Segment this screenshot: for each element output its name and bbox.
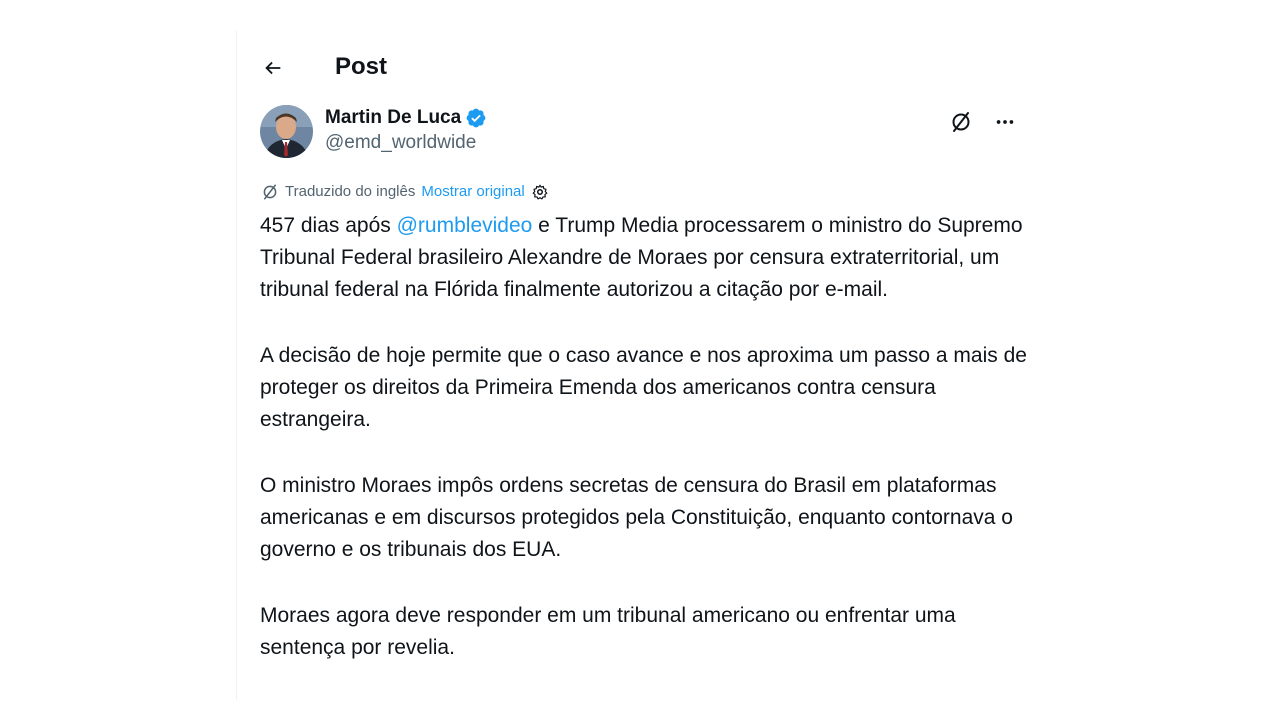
post-paragraph-1: 457 dias após @rumblevideo e Trump Media… [260,210,1030,306]
gear-icon [532,184,548,200]
author-name-line[interactable]: Martin De Luca [325,106,487,130]
verified-badge-icon [466,108,486,128]
author-row: Martin De Luca @emd_worldwide [237,102,1037,166]
more-button[interactable] [989,106,1021,138]
arrow-left-icon [265,61,281,75]
post-column: Post Martin De Luca @emd_worldwide Tradu… [236,30,1037,700]
post-text-segment: 457 dias após [260,214,397,237]
more-icon [996,120,1014,124]
translation-label: Traduzido do inglês [285,183,416,200]
post-header: Post [237,30,1037,102]
show-original-link[interactable]: Mostrar original [421,182,524,202]
post-paragraph-4: Moraes agora deve responder em um tribun… [260,604,956,659]
post-paragraph-2: A decisão de hoje permite que o caso ava… [260,344,1027,431]
page-title: Post [335,53,388,80]
translation-notice: Traduzido do inglês Mostrar original [261,182,549,202]
author-name: Martin De Luca [325,107,462,128]
translate-icon [952,112,970,132]
author-handle[interactable]: @emd_worldwide [325,130,487,156]
mention-link[interactable]: @rumblevideo [397,214,533,237]
avatar[interactable] [260,105,313,158]
translate-button[interactable] [945,106,977,138]
post-text: 457 dias após @rumblevideo e Trump Media… [260,210,1030,698]
avatar-image [260,105,313,158]
author-info: Martin De Luca @emd_worldwide [325,106,487,156]
translation-settings-button[interactable] [531,183,549,201]
post-paragraph-3: O ministro Moraes impôs ordens secretas … [260,474,1013,561]
post-top-actions [945,106,1021,138]
translate-icon [263,184,277,200]
back-button[interactable] [253,48,293,88]
